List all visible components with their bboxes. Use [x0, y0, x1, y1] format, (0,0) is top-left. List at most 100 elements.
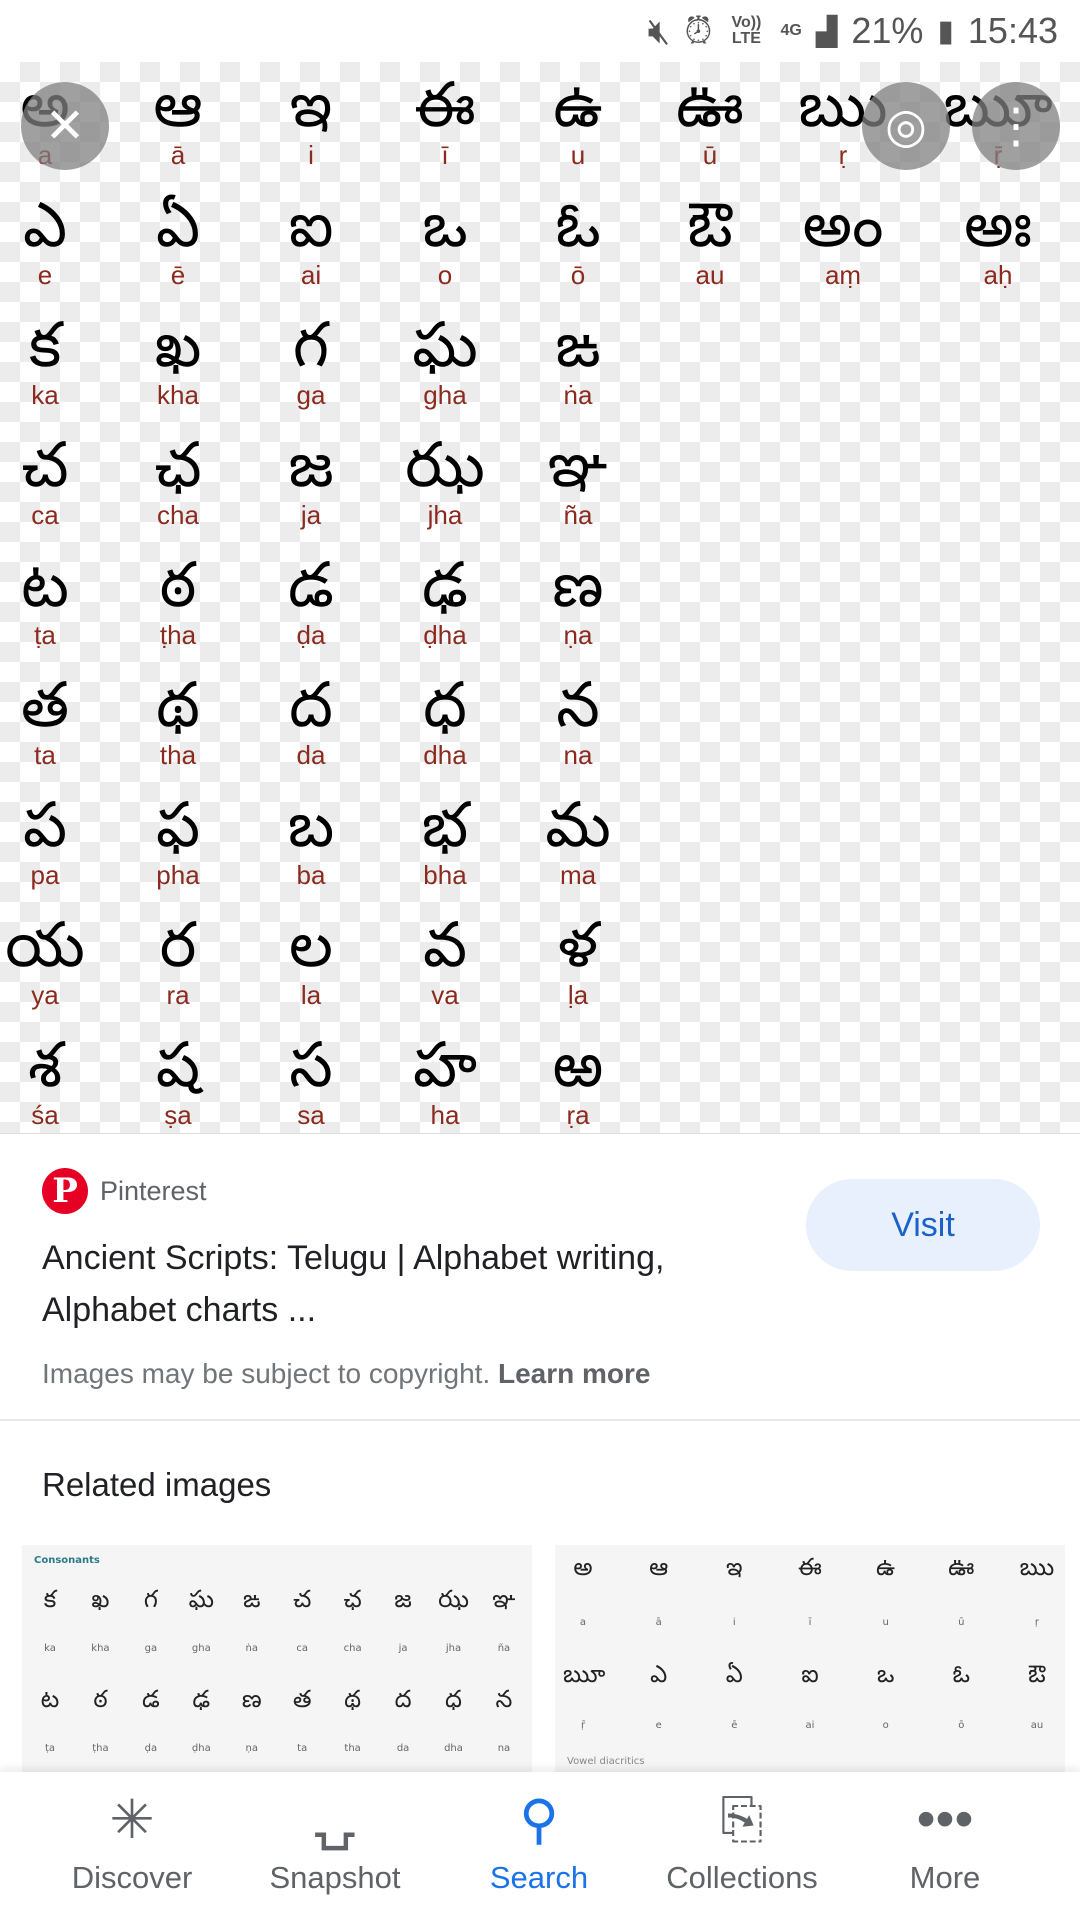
- volte-icon: Vo)) LTE: [731, 14, 762, 47]
- result-title[interactable]: Ancient Scripts: Telugu | Alphabet writi…: [42, 1232, 682, 1336]
- bottom-nav: ✳ Discover ⍽ Snapshot ⚲ Search ⎘ Collections •••…: [0, 1772, 1080, 1920]
- letter-cell: బ ba: [246, 790, 376, 891]
- signal-icon: ▟: [815, 15, 838, 47]
- letter-cell: స sa: [246, 1030, 376, 1131]
- letter-cell: ఛ cha: [113, 428, 243, 531]
- transliteration: tha: [159, 740, 197, 770]
- nav-more[interactable]: ••• More: [855, 1784, 1035, 1896]
- more-options-button[interactable]: ⋮: [972, 82, 1060, 170]
- related-image-1[interactable]: Consonants క ఖ గ ఘ ఙ చ ఛ జ ఝ ఞ ka kha ga gha ṅa ca cha ja…: [22, 1545, 532, 1773]
- letter-cell: ఏē: [113, 190, 243, 291]
- telugu-letter: ఙ: [555, 308, 601, 381]
- transliteration: pha: [156, 860, 200, 890]
- telugu-letter: న: [556, 668, 600, 741]
- learn-more-link[interactable]: Learn more: [498, 1358, 651, 1389]
- telugu-letter: ఘ: [412, 308, 478, 381]
- thumb-label: ja: [398, 1643, 408, 1654]
- source[interactable]: P Pinterest: [42, 1168, 207, 1214]
- thumb-letter: ఋ: [1019, 1553, 1055, 1581]
- letter-cell: ద da: [246, 670, 376, 771]
- telugu-letter: ధ: [423, 668, 467, 741]
- lens-button[interactable]: ◎: [862, 82, 950, 170]
- letter-cell: క ka: [0, 310, 110, 411]
- thumb-label: ḍha: [191, 1743, 211, 1754]
- search-icon: ⚲: [519, 1789, 559, 1850]
- telugu-letter: వ: [422, 908, 468, 981]
- transliteration: la: [300, 980, 322, 1010]
- transliteration: ṭha: [159, 620, 197, 650]
- thumb-letter: ఉ: [876, 1553, 896, 1581]
- thumb-caption: Vowel diacritics: [567, 1756, 645, 1767]
- letter-cell: ఊū: [645, 70, 775, 171]
- letter-cell: ఝ jha: [380, 430, 510, 531]
- transliteration: va: [431, 980, 459, 1010]
- thumb-label: ga: [144, 1643, 158, 1654]
- transliteration: u: [570, 140, 586, 170]
- telugu-alphabet-image[interactable]: అaఆāఇiఈīఉuఊūఋṛౠṝఎeఏēఐaiఒoఓōఔauఅంaṃఅఃaḥకk…: [0, 62, 1080, 1134]
- thumb-letter: థ: [344, 1685, 362, 1713]
- thumb-label: ta: [297, 1743, 308, 1754]
- letter-cell: అం aṃ: [778, 188, 908, 291]
- letter-cell: ష ṣa: [113, 1030, 243, 1131]
- transliteration: ṇa: [563, 620, 593, 650]
- thumb-letter: క: [43, 1585, 57, 1613]
- letter-cell: ఒo: [380, 190, 510, 291]
- thumb-row: aāiīuūṛ: [563, 1617, 1057, 1628]
- thumb-label: e: [655, 1720, 662, 1731]
- thumb-letter: చ: [293, 1585, 312, 1613]
- transliteration: ta: [34, 740, 56, 770]
- telugu-letter: ఛ: [154, 428, 202, 501]
- telugu-letter: థ: [156, 668, 200, 741]
- letter-cell: ఆā: [113, 70, 243, 171]
- telugu-letter: హ: [412, 1028, 478, 1101]
- thumb-letter: త: [292, 1685, 312, 1713]
- telugu-letter: అం: [802, 188, 884, 261]
- thumb-letter: ౠ: [563, 1660, 606, 1688]
- thumb-letter: ఘ: [188, 1585, 215, 1613]
- discover-icon: ✳: [109, 1789, 155, 1850]
- thumb-letter: ఝ: [438, 1585, 469, 1613]
- transliteration: au: [695, 260, 725, 290]
- close-button[interactable]: ✕: [21, 82, 109, 170]
- letter-cell: జ ja: [246, 430, 376, 531]
- letter-cell: న na: [513, 668, 643, 771]
- letter-cell: హ ha: [380, 1028, 510, 1131]
- nav-label: Snapshot: [269, 1860, 401, 1895]
- transliteration: ū: [702, 140, 718, 170]
- letter-cell: ల la: [246, 910, 376, 1011]
- thumb-label: ī: [808, 1617, 812, 1628]
- letter-cell: ఢ ḍha: [380, 550, 510, 651]
- thumb-label: o: [882, 1720, 889, 1731]
- related-image-2[interactable]: Vowel diacritics అ ఆ ఇ ఈ ఉ ఊ ఋ a ā i ī u ū ṛ ౠ ఎ ఏ ఐ ఒ ఓ ఔ ṝ e…: [555, 1545, 1065, 1773]
- telugu-letter: త: [20, 668, 70, 741]
- letter-cell: డ ḍa: [246, 550, 376, 651]
- thumb-letter: ఐ: [801, 1660, 819, 1688]
- transliteration: gha: [423, 380, 467, 410]
- visit-button[interactable]: Visit: [806, 1179, 1040, 1271]
- telugu-letter: ఐ: [288, 188, 334, 261]
- thumb-label: ḍa: [144, 1743, 158, 1754]
- status-bar: 🔇︎ ⏰︎ Vo)) LTE 4G ▟ 21% ▮ 15:43: [0, 0, 1080, 62]
- thumb-letter: ఎ: [650, 1660, 668, 1688]
- thumb-letter: ఢ: [192, 1685, 211, 1713]
- more-icon: •••: [916, 1789, 974, 1849]
- thumb-label: ṭha: [92, 1743, 109, 1754]
- thumb-label: u: [882, 1617, 889, 1628]
- thumb-label: ña: [497, 1643, 511, 1654]
- transliteration: ṭa: [34, 620, 56, 650]
- letter-cell: ఐ ai: [246, 188, 376, 291]
- nav-snapshot[interactable]: ⍽ Snapshot: [245, 1784, 425, 1896]
- transliteration: ja: [300, 500, 322, 530]
- nav-discover[interactable]: ✳ Discover: [42, 1784, 222, 1896]
- nav-search[interactable]: ⚲ Search: [449, 1784, 629, 1896]
- letter-cell: ఎe: [0, 190, 110, 291]
- nav-collections[interactable]: ⎘ Collections: [652, 1784, 832, 1896]
- telugu-letter: ఠ: [159, 548, 197, 621]
- thumb-label: ṛ: [1034, 1617, 1039, 1628]
- thumb-row: ṭa ṭha ḍa ḍha ṇa ta tha da dha na: [30, 1743, 524, 1754]
- telugu-letter: గ: [292, 308, 330, 381]
- letter-cell: ఫ pha: [113, 790, 243, 891]
- thumb-label: i: [732, 1617, 736, 1628]
- thumb-letter: న: [495, 1685, 513, 1713]
- thumb-label: ai: [805, 1720, 815, 1731]
